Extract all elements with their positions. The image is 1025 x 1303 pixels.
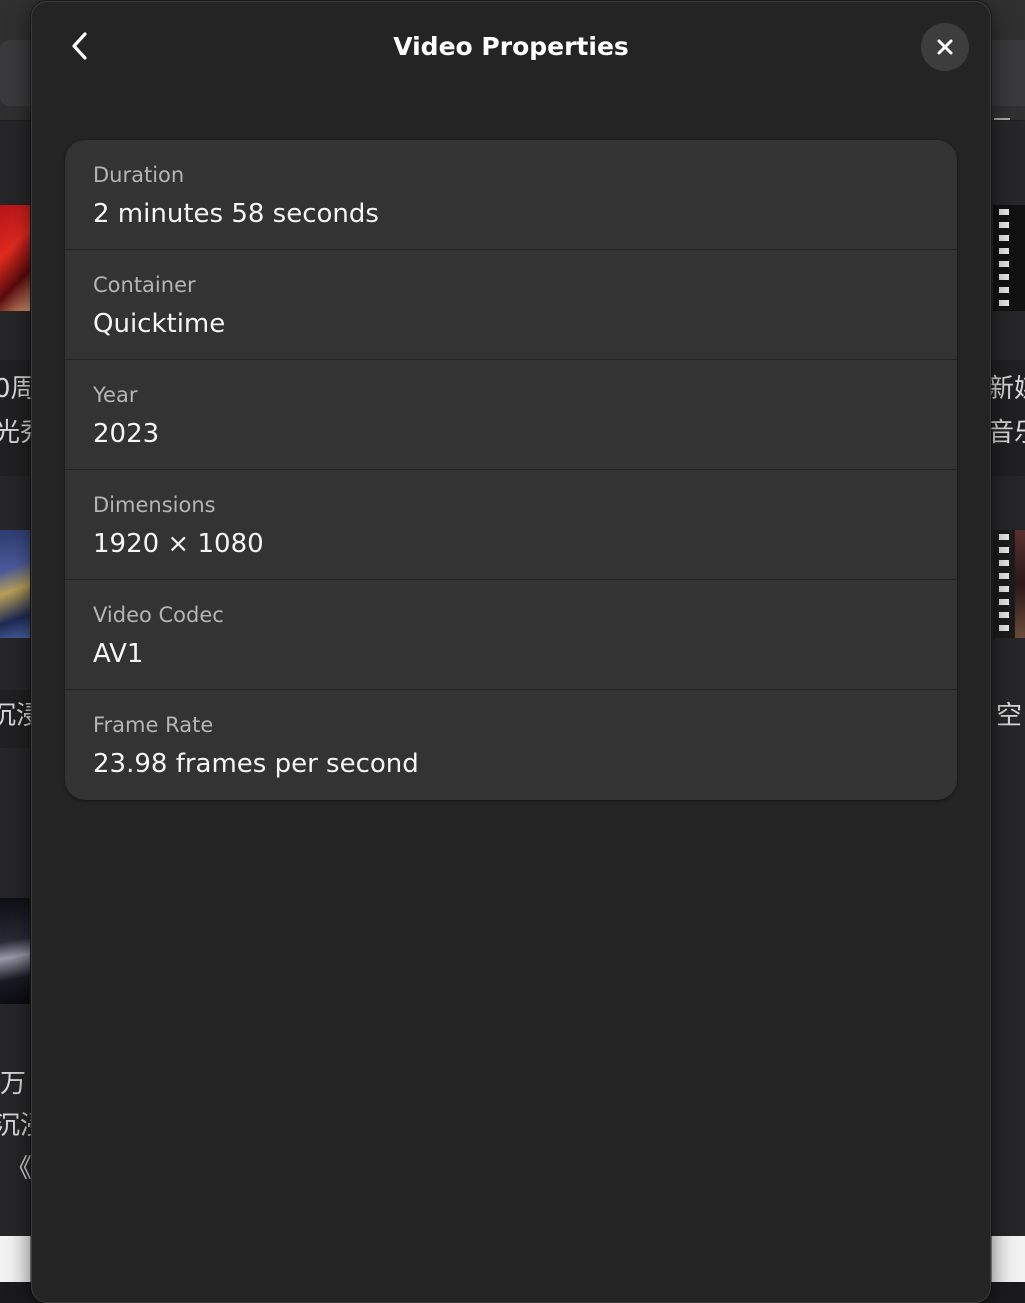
video-properties-dialog: Video Properties Duration 2 minutes 58 s… — [31, 1, 991, 1303]
property-row-year: Year 2023 — [65, 360, 957, 470]
property-value: 1920 × 1080 — [93, 529, 264, 559]
property-label: Container — [93, 273, 196, 297]
video-title-text: 万 — [0, 1069, 27, 1099]
video-thumbnail — [0, 530, 30, 638]
property-value: 2 minutes 58 seconds — [93, 199, 379, 229]
property-label: Dimensions — [93, 493, 216, 517]
property-value: 23.98 frames per second — [93, 749, 419, 779]
minimize-icon — [994, 118, 1010, 120]
property-value: 2023 — [93, 419, 160, 449]
property-label: Video Codec — [93, 603, 224, 627]
property-value: Quicktime — [93, 309, 226, 339]
property-value: AV1 — [93, 639, 144, 669]
video-title-text: 空 — [996, 701, 1023, 731]
close-button[interactable] — [921, 23, 969, 71]
property-row-duration: Duration 2 minutes 58 seconds — [65, 140, 957, 250]
video-title-text: 新媒 — [988, 374, 1025, 404]
dialog-header: Video Properties — [32, 2, 990, 92]
thumbnail-image — [1015, 530, 1025, 638]
property-label: Duration — [93, 163, 185, 187]
property-row-frame-rate: Frame Rate 23.98 frames per second — [65, 690, 957, 800]
film-strip-icon — [999, 534, 1009, 634]
video-title-text: 音乐 — [988, 418, 1025, 448]
video-title-text: 《 — [6, 1154, 33, 1184]
property-row-container: Container Quicktime — [65, 250, 957, 360]
property-label: Frame Rate — [93, 713, 214, 737]
property-row-video-codec: Video Codec AV1 — [65, 580, 957, 690]
close-icon — [937, 39, 953, 55]
film-strip-icon — [999, 209, 1009, 309]
video-thumbnail — [993, 530, 1025, 638]
video-thumbnail-placeholder — [993, 205, 1025, 311]
property-row-dimensions: Dimensions 1920 × 1080 — [65, 470, 957, 580]
property-label: Year — [93, 383, 138, 407]
properties-list: Duration 2 minutes 58 seconds Container … — [65, 140, 957, 800]
video-thumbnail — [0, 898, 30, 1004]
video-thumbnail — [0, 205, 30, 311]
dialog-title: Video Properties — [393, 32, 629, 61]
